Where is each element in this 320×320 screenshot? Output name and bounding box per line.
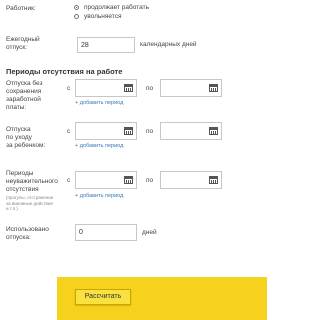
absence-section-title: Периоды отсутствия на работе — [6, 67, 123, 76]
calendar-icon[interactable] — [209, 127, 218, 135]
worker-label: Работник: — [6, 5, 36, 12]
used-leave-unit: дней — [142, 229, 157, 236]
used-leave-label: Использовано отпуска: — [6, 226, 49, 241]
childcare-leave-add-link[interactable]: + добавить период — [75, 143, 123, 150]
unpaid-leave-label: Отпуска без сохранения заработной платы: — [6, 80, 43, 111]
annual-leave-input[interactable] — [77, 37, 135, 53]
radio-keep-working-indicator[interactable] — [74, 5, 79, 10]
calendar-icon[interactable] — [209, 84, 218, 92]
unexcused-absence-to-label: по — [146, 177, 154, 184]
childcare-leave-from-label: с — [67, 128, 71, 135]
used-leave-input[interactable] — [75, 224, 137, 241]
radio-resign[interactable]: увольняется — [74, 13, 194, 21]
radio-keep-working[interactable]: продолжает работать — [74, 4, 194, 12]
childcare-leave-label: Отпуска по уходу за ребенком: — [6, 126, 46, 149]
unexcused-absence-label: Периоды неуважительного отсутствия — [6, 170, 58, 193]
annual-leave-label: Ежегодный отпуск: — [6, 36, 40, 51]
childcare-leave-to-label: по — [146, 128, 154, 135]
calculate-button[interactable]: Рассчитать — [75, 289, 131, 305]
calendar-icon[interactable] — [124, 84, 133, 92]
radio-resign-indicator[interactable] — [74, 14, 79, 19]
unexcused-absence-add-link[interactable]: + добавить период — [75, 193, 123, 200]
radio-resign-label: увольняется — [84, 13, 122, 20]
unpaid-leave-from-label: с — [67, 85, 71, 92]
unpaid-leave-add-link[interactable]: + добавить период — [75, 100, 123, 107]
annual-leave-unit: календарных дней — [140, 41, 197, 48]
unexcused-absence-from-label: с — [67, 177, 71, 184]
calendar-icon[interactable] — [209, 176, 218, 184]
radio-keep-working-label: продолжает работать — [84, 4, 149, 11]
unexcused-absence-note: (прогулы, отстранение за виновные действ… — [6, 195, 54, 211]
calendar-icon[interactable] — [124, 176, 133, 184]
calendar-icon[interactable] — [124, 127, 133, 135]
unpaid-leave-to-label: по — [146, 85, 154, 92]
